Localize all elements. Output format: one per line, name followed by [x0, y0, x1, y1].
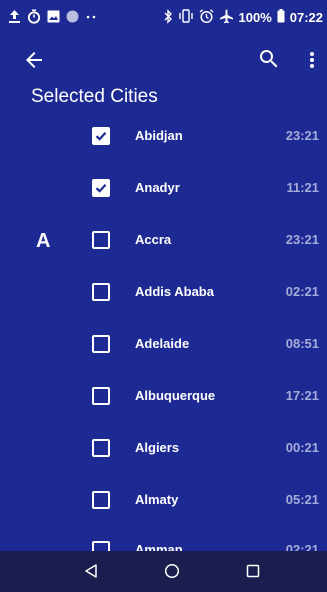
city-time: 02:21	[285, 542, 319, 551]
battery-text: 100%	[238, 10, 272, 25]
city-checkbox[interactable]	[92, 387, 110, 405]
clock-text: 07:22	[289, 10, 323, 25]
city-checkbox[interactable]	[92, 283, 110, 301]
check-icon	[95, 184, 107, 193]
city-row[interactable]: Algiers 00:21	[0, 422, 327, 474]
back-button[interactable]	[22, 48, 46, 72]
section-letter: A	[36, 230, 51, 252]
city-checkbox[interactable]	[92, 127, 110, 145]
city-name: Algiers	[135, 440, 180, 455]
nav-home-button[interactable]	[164, 563, 180, 584]
city-row[interactable]: Anadyr 11:21	[0, 162, 327, 214]
alarm-icon	[199, 8, 214, 28]
airplane-icon	[219, 9, 234, 28]
city-checkbox[interactable]	[92, 491, 110, 509]
nav-back-button[interactable]	[83, 563, 99, 584]
navigation-bar	[0, 551, 327, 592]
city-row[interactable]: Abidjan 23:21	[0, 110, 327, 162]
city-row[interactable]: Amman 02:21	[0, 524, 327, 551]
city-time: 05:21	[285, 492, 319, 507]
nav-home-icon	[164, 563, 180, 579]
bluetooth-icon	[164, 8, 173, 28]
city-name: Accra	[135, 232, 172, 247]
city-name: Almaty	[135, 492, 179, 507]
timer-icon	[27, 9, 41, 27]
city-checkbox[interactable]	[92, 541, 110, 551]
check-icon	[95, 132, 107, 141]
city-name: Adelaide	[135, 336, 190, 351]
city-name: Abidjan	[135, 128, 183, 143]
city-row[interactable]: Addis Ababa 02:21	[0, 266, 327, 318]
search-button[interactable]	[257, 47, 281, 71]
app-bar	[0, 38, 327, 82]
page-title: Selected Cities	[31, 86, 158, 107]
image-icon	[47, 10, 60, 26]
nav-recents-button[interactable]	[246, 564, 260, 583]
city-row[interactable]: Almaty 05:21	[0, 474, 327, 526]
circle-icon	[66, 10, 79, 26]
arrow-back-icon	[26, 52, 42, 68]
vibrate-icon	[178, 9, 194, 27]
city-checkbox[interactable]	[92, 231, 110, 249]
city-checkbox[interactable]	[92, 335, 110, 353]
status-bar: 100% 07:22	[0, 0, 327, 38]
city-time: 17:21	[285, 388, 319, 403]
more-dots-icon	[85, 10, 99, 26]
city-time: 23:21	[285, 128, 319, 143]
city-name: Addis Ababa	[135, 284, 214, 299]
city-name: Anadyr	[135, 180, 180, 195]
city-checkbox[interactable]	[92, 179, 110, 197]
battery-icon	[277, 9, 285, 27]
city-time: 08:51	[285, 336, 319, 351]
nav-recents-icon	[246, 564, 260, 578]
upload-icon	[8, 9, 21, 27]
city-name: Albuquerque	[135, 388, 216, 403]
city-checkbox[interactable]	[92, 439, 110, 457]
city-list[interactable]: Abidjan 23:21 Anadyr 11:21 A Accra 23:21…	[0, 110, 327, 551]
status-icons-left	[8, 9, 99, 27]
city-time: 11:21	[286, 180, 319, 195]
city-row[interactable]: Albuquerque 17:21	[0, 370, 327, 422]
city-row[interactable]: A Accra 23:21	[0, 214, 327, 266]
city-time: 02:21	[285, 284, 319, 299]
city-name: Amman	[135, 542, 183, 551]
more-vert-icon	[310, 52, 314, 68]
city-time: 23:21	[285, 232, 319, 247]
city-row[interactable]: Adelaide 08:51	[0, 318, 327, 370]
more-options-button[interactable]	[302, 48, 322, 72]
city-time: 00:21	[285, 440, 319, 455]
status-icons-right: 100% 07:22	[164, 8, 323, 28]
nav-back-icon	[85, 564, 97, 578]
search-icon	[260, 50, 278, 68]
